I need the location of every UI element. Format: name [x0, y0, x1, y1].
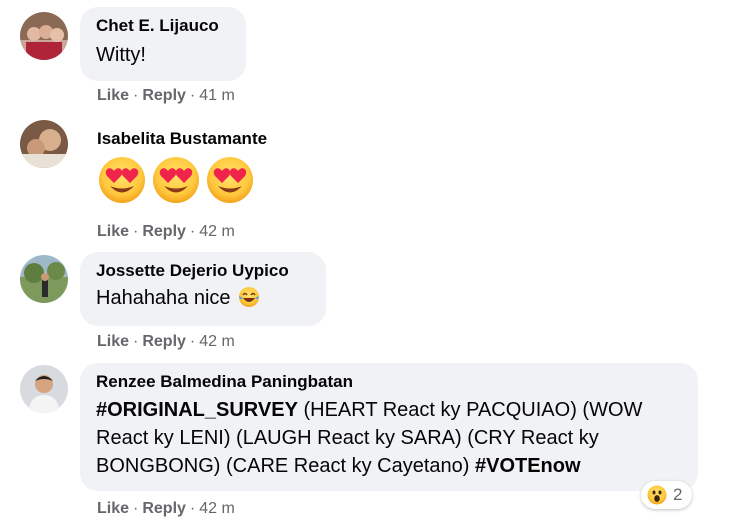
like-link[interactable]: Like — [97, 223, 129, 240]
avatar[interactable] — [20, 120, 68, 168]
reply-link[interactable]: Reply — [142, 500, 186, 517]
avatar[interactable] — [20, 365, 68, 413]
comment-actions: Like · Reply · 42 m — [97, 333, 235, 351]
comment-text: #ORIGINAL_SURVEY (HEART React ky PACQUIA… — [96, 396, 656, 480]
separator: · — [189, 500, 196, 517]
heart-eyes-emoji — [205, 155, 255, 210]
like-link[interactable]: Like — [97, 333, 129, 350]
avatar[interactable] — [20, 12, 68, 60]
timestamp[interactable]: 42 m — [199, 500, 235, 517]
comment-actions: Like · Reply · 42 m — [97, 223, 235, 241]
comment-author[interactable]: Chet E. Lijauco — [96, 15, 232, 37]
comment-author[interactable]: Isabelita Bustamante — [97, 129, 267, 148]
comment-author[interactable]: Jossette Dejerio Uypico — [96, 260, 312, 282]
comment-text-line: Hahahaha nice — [96, 284, 312, 316]
separator: · — [189, 87, 196, 104]
separator: · — [133, 87, 139, 104]
comment-actions: Like · Reply · 42 m — [97, 500, 235, 518]
timestamp[interactable]: 42 m — [199, 333, 235, 350]
separator: · — [133, 500, 139, 517]
like-link[interactable]: Like — [97, 87, 129, 104]
wow-reaction-icon — [647, 485, 667, 505]
reaction-summary[interactable]: 2 — [641, 481, 693, 509]
tears-of-joy-emoji — [238, 286, 260, 316]
separator: · — [189, 223, 196, 240]
reaction-count: 2 — [673, 485, 683, 504]
timestamp[interactable]: 42 m — [199, 223, 235, 240]
comment-author[interactable]: Renzee Balmedina Paningbatan — [96, 371, 684, 393]
separator: · — [189, 333, 196, 350]
comment-text: Hahahaha nice — [96, 287, 231, 309]
emoji-row — [97, 155, 259, 205]
comment-actions: Like · Reply · 41 m — [97, 87, 235, 105]
avatar[interactable] — [20, 255, 68, 303]
reply-link[interactable]: Reply — [142, 87, 186, 104]
hashtag-link[interactable]: #ORIGINAL_SURVEY — [96, 399, 298, 421]
heart-eyes-emoji — [151, 155, 201, 210]
timestamp[interactable]: 41 m — [199, 87, 235, 104]
like-link[interactable]: Like — [97, 500, 129, 517]
hashtag-link[interactable]: #VOTEnow — [475, 455, 581, 477]
comment-text: Witty! — [96, 44, 146, 66]
comment-bubble: Jossette Dejerio Uypico Hahahaha nice — [80, 252, 326, 326]
author-line: Isabelita Bustamante — [97, 128, 267, 150]
separator: · — [133, 333, 139, 350]
comment-bubble: Chet E. Lijauco Witty! — [80, 7, 246, 81]
comment-bubble: Renzee Balmedina Paningbatan #ORIGINAL_S… — [80, 363, 698, 491]
reply-link[interactable]: Reply — [142, 223, 186, 240]
heart-eyes-emoji — [97, 155, 147, 210]
separator: · — [133, 223, 139, 240]
reply-link[interactable]: Reply — [142, 333, 186, 350]
